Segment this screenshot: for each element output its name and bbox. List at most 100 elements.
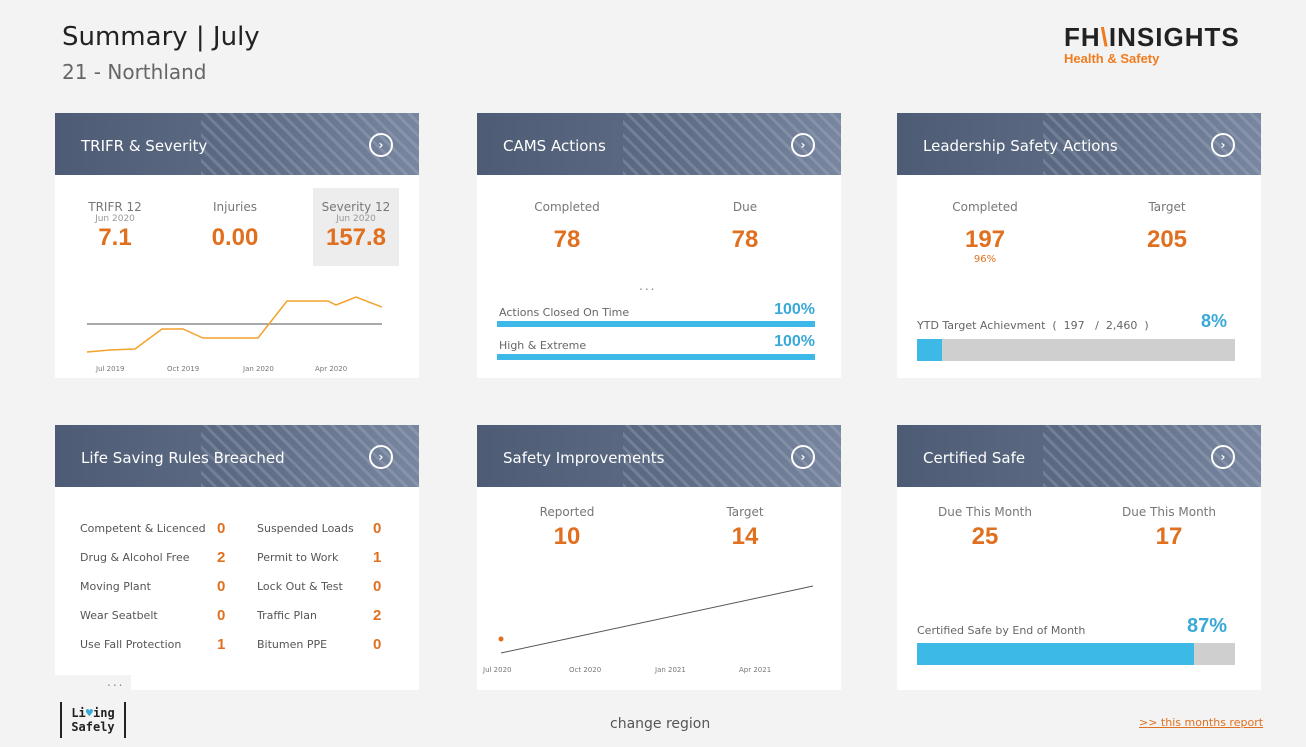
improvements-reported-point (498, 636, 504, 642)
certified-progress-bar (917, 643, 1235, 665)
cams-open-button[interactable]: › (791, 133, 815, 157)
region-subtitle: 21 - Northland (62, 60, 207, 84)
trifr-axis-tick: Oct 2019 (167, 365, 200, 373)
brand-logo: FH\INSIGHTS Health & Safety (1064, 22, 1240, 66)
trifr-axis-tick: Apr 2020 (315, 365, 348, 373)
change-region-link[interactable]: change region (610, 716, 710, 732)
brand-slash: \ (1100, 22, 1109, 52)
cams-completed-label: Completed (534, 200, 600, 214)
injuries-label: Injuries (213, 200, 257, 214)
lsr-card: Life Saving Rules Breached › Competent &… (55, 425, 419, 690)
lsr-rule-count: 1 (217, 636, 226, 653)
trifr-card-title: TRIFR & Severity (81, 137, 208, 155)
cams-due-value: 78 (731, 226, 759, 253)
lsr-rule-count: 0 (373, 636, 382, 653)
lsr-open-button[interactable]: › (369, 445, 393, 469)
lsr-rule-count: 0 (217, 578, 226, 595)
cams-closed-pct: 100% (774, 301, 815, 318)
certified-card: Certified Safe › Due This Month 25 Due T… (897, 425, 1261, 690)
trifr-open-button[interactable]: › (369, 133, 393, 157)
certified-bar-label: Certified Safe by End of Month (917, 624, 1086, 637)
improvements-open-button[interactable]: › (791, 445, 815, 469)
lsr-rule-label: Lock Out & Test (257, 580, 343, 593)
improvements-axis-tick: Apr 2021 (739, 666, 772, 674)
lsr-rule-label: Wear Seatbelt (80, 609, 158, 622)
lsr-rule-count: 0 (373, 520, 382, 537)
leadership-card-header: Leadership Safety Actions › (897, 113, 1261, 175)
lsr-rule-count: 2 (217, 549, 226, 566)
lsr-rule-label: Permit to Work (257, 551, 339, 564)
cams-card-header: CAMS Actions › (477, 113, 841, 175)
leadership-target-value: 205 (1146, 226, 1188, 253)
ytd-progress-fill (917, 339, 943, 361)
living-safely-logo: Li♥ing Safely (60, 702, 126, 738)
cams-card: CAMS Actions › Completed 78 Due 78 ... A… (477, 113, 841, 378)
improvements-card-header: Safety Improvements › (477, 425, 841, 487)
severity-panel[interactable]: Severity 12 Jun 2020 157.8 (313, 188, 399, 266)
certified-progress-fill (917, 643, 1194, 665)
lsr-rule-label: Traffic Plan (257, 609, 317, 622)
trifr-card-header: TRIFR & Severity › (55, 113, 419, 175)
improvements-card-title: Safety Improvements (503, 449, 665, 467)
leadership-card: Leadership Safety Actions › Completed 19… (897, 113, 1261, 378)
severity-date: Jun 2020 (336, 214, 376, 224)
improvements-reported-label: Reported (539, 505, 595, 519)
this-months-report-link[interactable]: >> this months report (1139, 716, 1263, 729)
improvements-target-label: Target (726, 505, 764, 519)
lsr-rule-label: Drug & Alcohol Free (80, 551, 190, 564)
lsr-rule-label: Use Fall Protection (80, 638, 182, 651)
certified-card-title: Certified Safe (923, 449, 1026, 467)
trifr-value: 7.1 (98, 224, 132, 251)
certified-open-button[interactable]: › (1211, 445, 1235, 469)
cams-closed-label: Actions Closed On Time (499, 306, 630, 319)
trifr-date: Jun 2020 (95, 214, 135, 224)
lsr-card-title: Life Saving Rules Breached (81, 449, 285, 467)
leadership-completed-pct: 96% (973, 254, 997, 265)
trifr-trend-chart (86, 296, 383, 353)
cams-high-label: High & Extreme (499, 339, 587, 352)
severity-value: 157.8 (325, 224, 387, 251)
cams-high-bar (497, 354, 815, 360)
lsr-rule-count: 0 (217, 520, 226, 537)
leadership-completed-value: 197 (964, 226, 1006, 253)
lsr-rule-count: 2 (373, 607, 382, 624)
brand-insights: INSIGHTS (1108, 22, 1240, 52)
cams-high-pct: 100% (774, 333, 815, 350)
certified-due1-value: 25 (971, 523, 999, 550)
lsr-rule-label: Bitumen PPE (257, 638, 328, 651)
leadership-completed-label: Completed (952, 200, 1018, 214)
leadership-open-button[interactable]: › (1211, 133, 1235, 157)
certified-card-header: Certified Safe › (897, 425, 1261, 487)
trifr-axis-tick: Jul 2019 (96, 365, 125, 373)
improvements-target-value: 14 (731, 523, 759, 550)
lsr-rule-label: Moving Plant (80, 580, 151, 593)
ytd-progress-bar (917, 339, 1235, 361)
certified-due2-label: Due This Month (1122, 505, 1216, 519)
ytd-pct: 8% (1200, 311, 1227, 331)
lsr-rule-label: Competent & Licenced (80, 522, 206, 535)
brand-fh: FH (1064, 22, 1101, 52)
improvements-axis-tick: Jul 2020 (483, 666, 512, 674)
cams-more-dots[interactable]: ... (639, 279, 656, 293)
lsr-rule-count: 1 (373, 549, 382, 566)
improvements-card: Safety Improvements › Reported 10 Target… (477, 425, 841, 690)
page-title: Summary | July (62, 22, 260, 52)
certified-bar-pct: 87% (1186, 615, 1227, 637)
trifr-axis-tick: Jan 2020 (243, 365, 274, 373)
trifr-label: TRIFR 12 (88, 200, 142, 214)
lsr-more-dots[interactable]: ... (107, 675, 124, 689)
trifr-card: TRIFR & Severity › TRIFR 12 Jun 2020 7.1… (55, 113, 419, 378)
severity-label: Severity 12 (321, 200, 391, 214)
improvements-axis-tick: Oct 2020 (569, 666, 602, 674)
improvements-axis-tick: Jan 2021 (655, 666, 686, 674)
cams-completed-value: 78 (553, 226, 581, 253)
injuries-value: 0.00 (211, 224, 259, 251)
improvements-target-line (500, 585, 814, 654)
certified-due2-value: 17 (1155, 523, 1183, 550)
brand-subtitle: Health & Safety (1064, 51, 1160, 66)
cams-card-title: CAMS Actions (503, 137, 606, 155)
certified-due1-label: Due This Month (938, 505, 1032, 519)
lsr-rule-count: 0 (217, 607, 226, 624)
cams-due-label: Due (732, 200, 758, 214)
lsr-rule-label: Suspended Loads (257, 522, 354, 535)
